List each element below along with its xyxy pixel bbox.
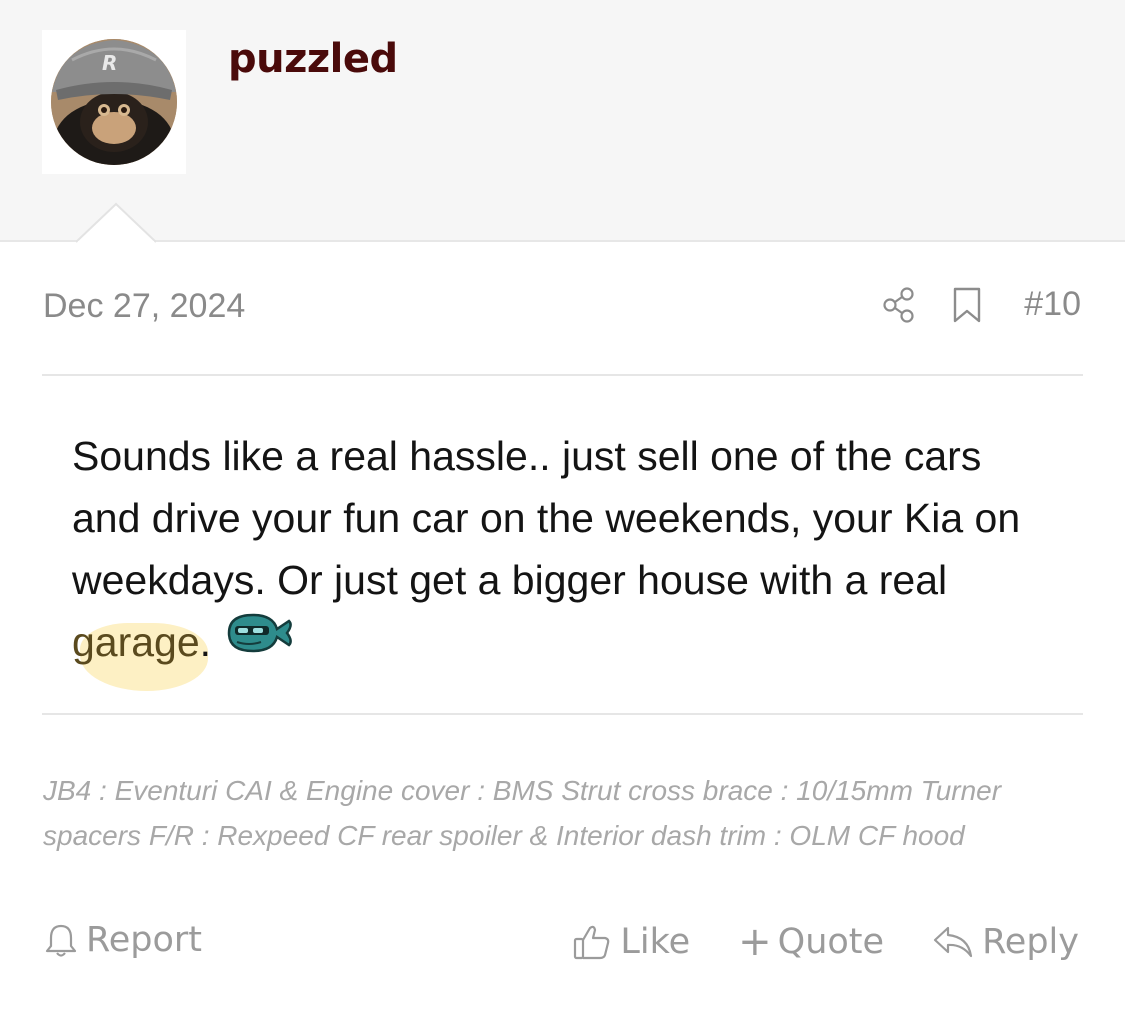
message-period: . — [199, 619, 212, 665]
avatar-monkey-cap-icon: R — [51, 39, 177, 165]
signature: JB4 : Eventuri CAI & Engine cover : BMS … — [43, 775, 1002, 851]
post-card: R puzzled Dec 27, 2024 #10 Sounds like a… — [0, 0, 1125, 1014]
post-actions: Like + Quote Reply — [572, 922, 1079, 962]
reply-arrow-icon — [933, 926, 973, 958]
report-button[interactable]: Report — [44, 920, 202, 960]
bookmark-icon[interactable] — [952, 286, 982, 324]
post-number-link[interactable]: #10 — [1024, 285, 1081, 324]
divider — [42, 713, 1083, 715]
avatar[interactable]: R — [42, 30, 186, 174]
report-label: Report — [86, 920, 203, 960]
svg-text:R: R — [102, 51, 117, 75]
post-header: R puzzled — [0, 0, 1125, 244]
share-icon[interactable] — [882, 286, 916, 324]
reply-label: Reply — [982, 922, 1079, 962]
post-message: Sounds like a real hassle.. just sell on… — [72, 425, 1032, 676]
highlighted-word[interactable]: garage — [72, 619, 200, 665]
post-date[interactable]: Dec 27, 2024 — [43, 287, 245, 326]
whale-emoji-icon — [225, 610, 295, 672]
like-button[interactable]: Like — [572, 922, 690, 962]
plus-icon: + — [738, 919, 772, 965]
quote-label: Quote — [777, 922, 885, 962]
reply-button[interactable]: Reply — [932, 922, 1079, 962]
thumbs-up-icon — [574, 925, 610, 960]
quote-button[interactable]: + Quote — [738, 922, 884, 962]
like-label: Like — [620, 922, 691, 962]
message-text: Sounds like a real hassle.. just sell on… — [72, 433, 1021, 603]
post-meta-actions: #10 — [882, 285, 1081, 324]
username[interactable]: puzzled — [228, 36, 398, 82]
divider — [42, 374, 1083, 376]
bell-icon — [45, 924, 77, 957]
